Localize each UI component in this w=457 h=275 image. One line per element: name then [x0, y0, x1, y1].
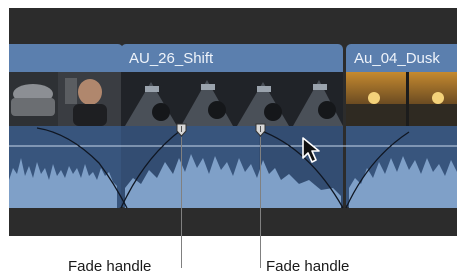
fade-in-handle[interactable]	[176, 123, 187, 137]
pointer-cursor-icon	[301, 136, 323, 169]
audio-waveform	[346, 126, 457, 208]
fade-handle-icon	[255, 123, 266, 137]
callout-leader-right	[260, 137, 261, 268]
clip-au-04-dusk[interactable]: Au_04_Dusk	[346, 44, 457, 208]
clip-thumbnails	[121, 72, 343, 126]
fade-out-handle[interactable]	[255, 123, 266, 137]
callout-label-right: Fade handle	[266, 258, 350, 275]
fade-handle-icon	[176, 123, 187, 137]
audio-waveform	[9, 126, 123, 208]
clip-thumbnails	[346, 72, 457, 126]
clip-thumbnails	[9, 72, 123, 126]
callout-label-left: Fade handle	[68, 258, 152, 275]
clip-au-26-shift[interactable]: AU_26_Shift	[121, 44, 343, 208]
clip-title: AU_26_Shift	[129, 50, 214, 67]
clip-left[interactable]	[9, 44, 123, 208]
clip-title: Au_04_Dusk	[354, 50, 440, 67]
timeline: AU_26_Shift Au_04_Dusk	[9, 8, 457, 236]
callout-leader-left	[181, 137, 182, 268]
